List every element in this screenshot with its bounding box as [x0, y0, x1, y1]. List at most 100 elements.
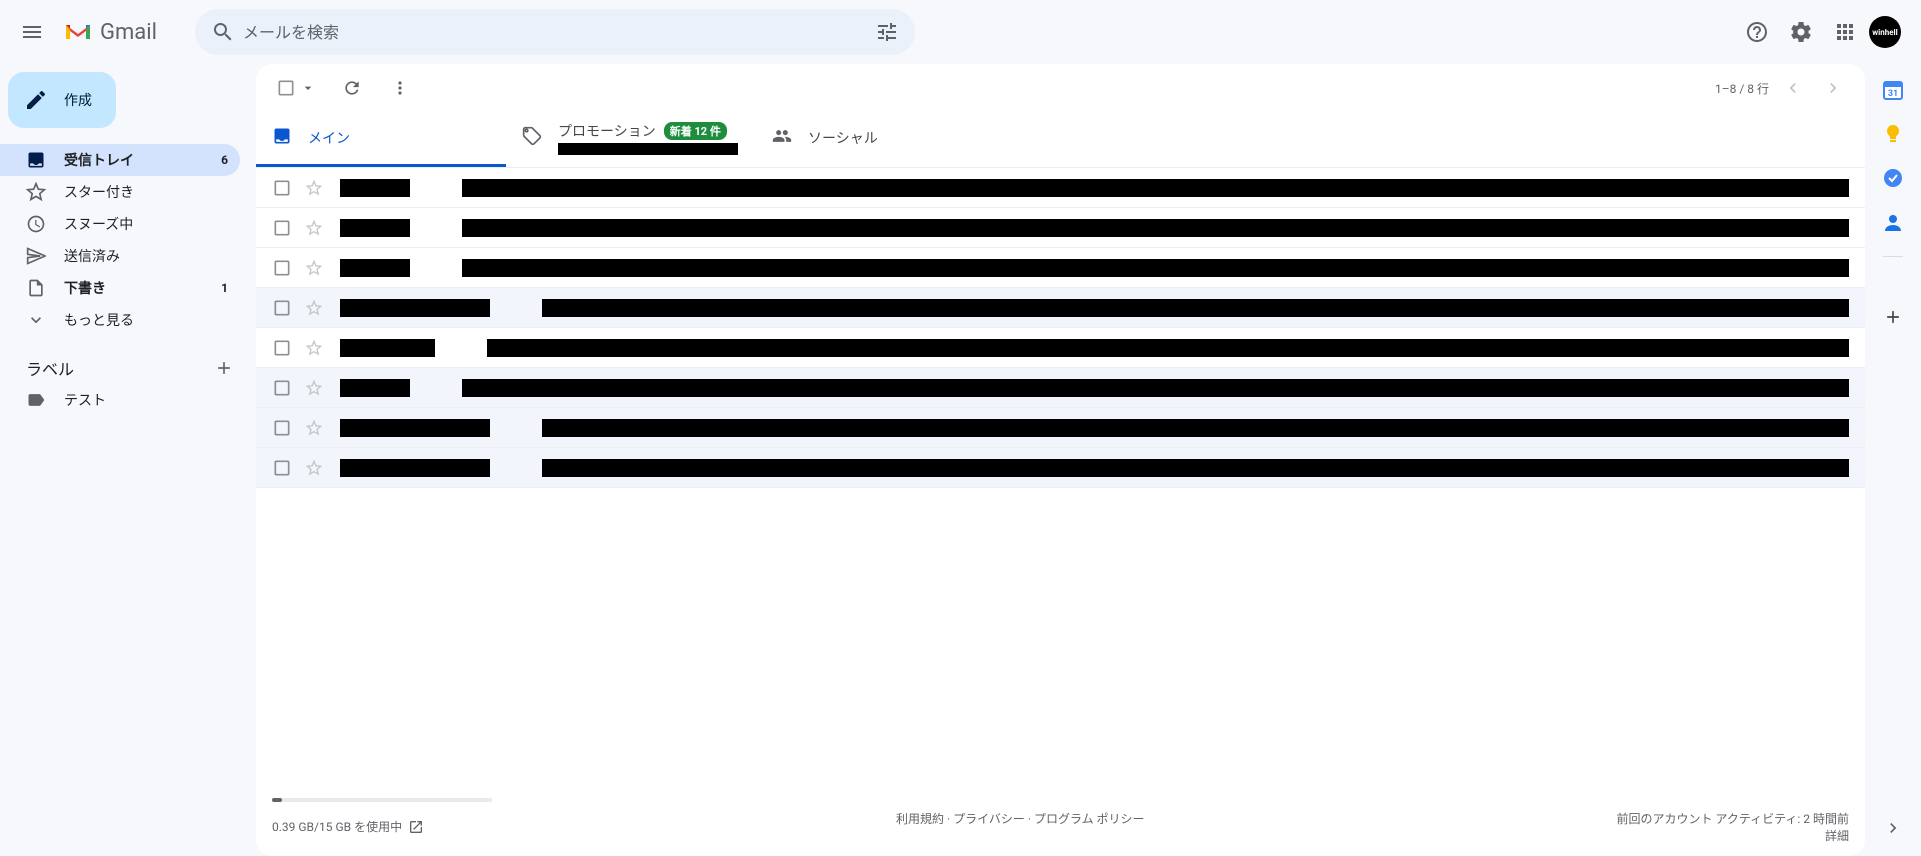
select-all-checkbox[interactable]	[272, 74, 320, 102]
row-checkbox[interactable]	[272, 258, 292, 278]
row-checkbox[interactable]	[272, 178, 292, 198]
mail-row[interactable]	[256, 368, 1865, 408]
redacted-text	[558, 143, 738, 155]
nav-inbox[interactable]: 受信トレイ 6	[0, 144, 240, 176]
tab-promotions[interactable]: プロモーション 新着 12 件	[506, 112, 756, 167]
nav-label: 送信済み	[64, 246, 228, 266]
calendar-app-button[interactable]: 31	[1883, 80, 1903, 100]
redacted-sender	[340, 339, 435, 357]
search-options-button[interactable]	[867, 12, 907, 52]
row-star[interactable]	[304, 178, 324, 198]
mail-list	[256, 168, 1865, 488]
nav-sent[interactable]: 送信済み	[0, 240, 240, 272]
checkbox-icon	[272, 298, 292, 318]
mail-row[interactable]	[256, 168, 1865, 208]
star-outline-icon	[304, 298, 324, 318]
row-checkbox[interactable]	[272, 378, 292, 398]
labels-header: ラベル	[0, 352, 256, 384]
page-info: 1–8 / 8 行	[1715, 80, 1769, 97]
nav-drafts[interactable]: 下書き 1	[0, 272, 240, 304]
apps-button[interactable]	[1825, 12, 1865, 52]
tasks-app-button[interactable]	[1883, 168, 1903, 188]
redacted-sender	[340, 459, 490, 477]
redacted-content	[462, 259, 1849, 277]
star-outline-icon	[304, 258, 324, 278]
search-bar[interactable]	[195, 9, 915, 55]
chevron-right-icon	[1883, 818, 1903, 838]
privacy-link[interactable]: プライバシー	[953, 812, 1025, 826]
people-icon	[772, 126, 792, 150]
new-badge: 新着 12 件	[664, 122, 727, 140]
redacted-content	[462, 379, 1849, 397]
main-menu-button[interactable]	[8, 8, 56, 56]
next-page-button[interactable]	[1817, 72, 1849, 104]
tab-label: ソーシャル	[808, 128, 878, 148]
tab-primary[interactable]: メイン	[256, 112, 506, 167]
gmail-logo[interactable]: Gmail	[64, 20, 187, 45]
keep-icon	[1883, 124, 1903, 144]
nav-snoozed[interactable]: スヌーズ中	[0, 208, 240, 240]
tab-label: プロモーション	[558, 121, 656, 141]
terms-link[interactable]: 利用規約	[896, 812, 944, 826]
row-star[interactable]	[304, 378, 324, 398]
hamburger-icon	[20, 20, 44, 44]
mail-row[interactable]	[256, 448, 1865, 488]
row-checkbox[interactable]	[272, 458, 292, 478]
nav-count: 1	[221, 281, 228, 295]
search-input[interactable]	[243, 23, 867, 42]
row-checkbox[interactable]	[272, 298, 292, 318]
row-star[interactable]	[304, 258, 324, 278]
nav-starred[interactable]: スター付き	[0, 176, 240, 208]
redacted-content	[462, 179, 1849, 197]
prev-page-button[interactable]	[1777, 72, 1809, 104]
mail-row[interactable]	[256, 408, 1865, 448]
header: Gmail winhell	[0, 0, 1921, 64]
row-checkbox[interactable]	[272, 338, 292, 358]
open-in-new-icon[interactable]	[408, 819, 424, 835]
compose-label: 作成	[64, 90, 92, 110]
toolbar: 1–8 / 8 行	[256, 64, 1865, 112]
tab-social[interactable]: ソーシャル	[756, 112, 1006, 167]
keep-app-button[interactable]	[1883, 124, 1903, 144]
row-checkbox[interactable]	[272, 418, 292, 438]
mail-row[interactable]	[256, 288, 1865, 328]
search-bar-wrap	[195, 9, 915, 55]
compose-button[interactable]: 作成	[8, 72, 116, 128]
nav-more[interactable]: もっと見る	[0, 304, 240, 336]
more-button[interactable]	[384, 72, 416, 104]
row-checkbox[interactable]	[272, 218, 292, 238]
support-button[interactable]	[1737, 12, 1777, 52]
nav-label: もっと見る	[64, 310, 228, 330]
tag-icon	[522, 126, 542, 150]
mail-row[interactable]	[256, 208, 1865, 248]
footer-activity: 前回のアカウント アクティビティ: 2 時間前 詳細	[1616, 810, 1849, 844]
account-avatar[interactable]: winhell	[1869, 16, 1901, 48]
get-addons-button[interactable]	[1873, 297, 1913, 337]
nav-label: スヌーズ中	[64, 214, 228, 234]
search-button[interactable]	[203, 12, 243, 52]
chevron-left-icon	[1783, 78, 1803, 98]
contacts-icon	[1883, 212, 1903, 232]
expand-more-icon	[26, 310, 46, 330]
add-label-button[interactable]	[212, 356, 236, 380]
category-tabs: メイン プロモーション 新着 12 件 ソーシャル	[256, 112, 1865, 168]
row-star[interactable]	[304, 458, 324, 478]
settings-button[interactable]	[1781, 12, 1821, 52]
mail-row[interactable]	[256, 328, 1865, 368]
plus-icon	[1883, 307, 1903, 327]
details-link[interactable]: 詳細	[1825, 829, 1849, 843]
hide-side-panel-button[interactable]	[1877, 812, 1909, 844]
refresh-button[interactable]	[336, 72, 368, 104]
program-link[interactable]: プログラム ポリシー	[1034, 812, 1145, 826]
nav-count: 6	[221, 153, 228, 167]
row-star[interactable]	[304, 338, 324, 358]
calendar-icon: 31	[1883, 80, 1903, 100]
contacts-app-button[interactable]	[1883, 212, 1903, 232]
label-item[interactable]: テスト	[0, 384, 240, 416]
star-outline-icon	[304, 338, 324, 358]
row-star[interactable]	[304, 298, 324, 318]
mail-row[interactable]	[256, 248, 1865, 288]
row-star[interactable]	[304, 418, 324, 438]
row-star[interactable]	[304, 218, 324, 238]
checkbox-icon	[272, 418, 292, 438]
